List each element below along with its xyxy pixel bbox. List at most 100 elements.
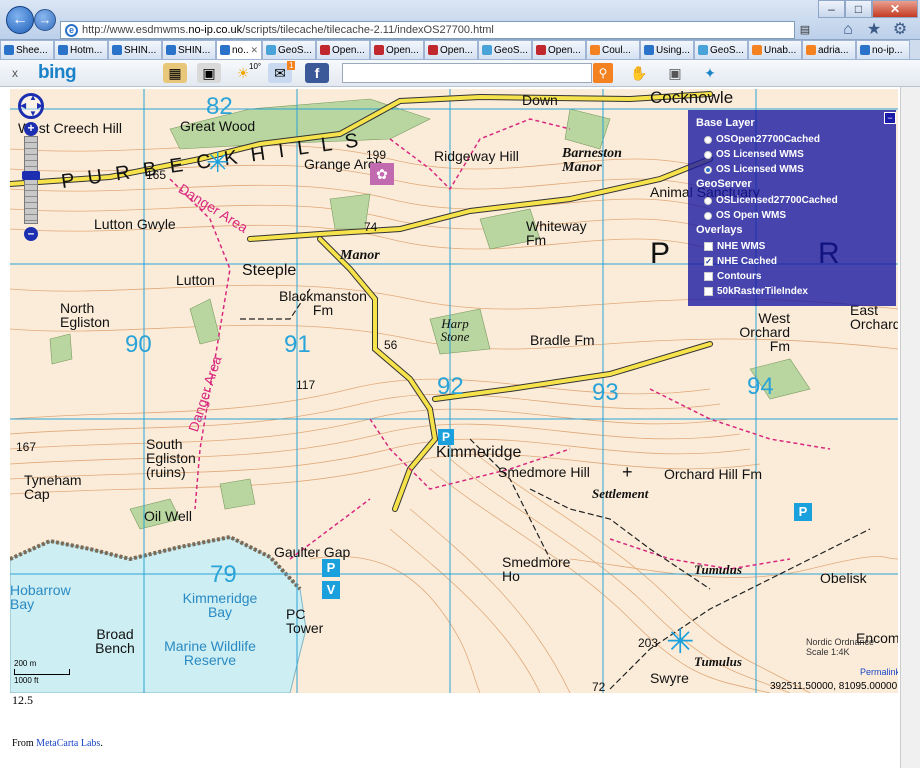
browser-tab[interactable]: Shee...	[0, 40, 54, 59]
shopping-icon[interactable]: ▣	[197, 63, 221, 83]
browser-tab[interactable]: Open...	[532, 40, 586, 59]
visitor-centre-icon[interactable]: V	[322, 581, 340, 599]
label-gaulter-gap: Gaulter Gap	[274, 544, 351, 560]
tab-favicon-icon	[220, 45, 230, 55]
favorites-star-icon[interactable]: ★	[864, 20, 884, 40]
like-icon[interactable]: ✋	[627, 63, 651, 83]
label-height-165: 165	[146, 168, 167, 182]
layer-switcher-minimize-button[interactable]: −	[884, 112, 896, 124]
pan-control[interactable]: ▲ ▼ ◀ ▶	[18, 93, 44, 119]
address-bar[interactable]: e http://www.esdmwms.no-ip.co.uk/scripts…	[60, 21, 795, 39]
layer-row[interactable]: OSOpen27700Cached	[696, 132, 888, 147]
layer-radio[interactable]	[704, 211, 712, 220]
forward-button[interactable]: →	[34, 9, 56, 31]
minimize-window-button[interactable]: –	[818, 0, 845, 18]
browser-tab[interactable]: GeoS...	[478, 40, 532, 59]
nature-reserve-icon[interactable]: ✿	[370, 163, 394, 185]
layer-checkbox[interactable]	[704, 242, 713, 251]
bing-close-button[interactable]: x	[12, 66, 18, 80]
scale-bottom-label: 1000 ft	[14, 676, 39, 685]
close-window-button[interactable]: ✕	[872, 0, 918, 18]
translate-icon[interactable]: ✦	[698, 63, 722, 83]
parking-icon-east[interactable]: P	[794, 503, 812, 521]
bing-search-button[interactable]: ⚲	[593, 63, 613, 83]
layer-checkbox[interactable]	[704, 272, 713, 281]
browser-tab[interactable]: SHIN...	[108, 40, 162, 59]
layer-radio[interactable]	[704, 135, 712, 144]
browser-tab[interactable]: no-ip...	[856, 40, 910, 59]
layer-row[interactable]: Contours	[696, 269, 888, 284]
layer-row[interactable]: NHE WMS	[696, 239, 888, 254]
page-scrollbar[interactable]	[900, 87, 920, 768]
label-height-203: 203	[638, 636, 659, 650]
browser-tab[interactable]: GeoS...	[262, 40, 316, 59]
tab-favicon-icon	[860, 45, 870, 55]
layer-row[interactable]: OS Licensed WMS	[696, 147, 888, 162]
browser-tab[interactable]: Coul...	[586, 40, 640, 59]
layer-radio[interactable]	[704, 196, 712, 205]
layer-checkbox[interactable]	[704, 287, 713, 296]
bing-logo[interactable]: bing	[38, 62, 77, 84]
news-icon[interactable]: ▦	[163, 63, 187, 83]
map-attribution: Nordic Ordnance Scale 1:4K	[806, 637, 875, 657]
label-harp-stone: Harp Stone	[440, 316, 470, 344]
maximize-window-button[interactable]: □	[845, 0, 872, 18]
scale-line: 200 m 1000 ft	[14, 659, 70, 685]
browser-tab[interactable]: SHIN...	[162, 40, 216, 59]
browser-tab[interactable]: Open...	[424, 40, 478, 59]
layer-row[interactable]: ✓ NHE Cached	[696, 254, 888, 269]
label-tumulus-east: Tumulus	[694, 562, 742, 577]
pan-east-icon[interactable]: ▶	[37, 101, 43, 110]
facebook-icon[interactable]: f	[305, 63, 329, 83]
browser-tab[interactable]: no...✕	[216, 40, 262, 59]
layer-label: NHE Cached	[717, 256, 778, 267]
label-smedmore-hill: Smedmore Hill	[498, 464, 590, 480]
bing-search-input[interactable]	[342, 63, 592, 83]
layer-checkbox[interactable]: ✓	[704, 257, 713, 266]
browser-tab[interactable]: Open...	[370, 40, 424, 59]
pan-north-icon[interactable]: ▲	[29, 93, 37, 102]
layer-row[interactable]: OSLicensed27700Cached	[696, 193, 888, 208]
label-great-wood: Great Wood	[180, 118, 256, 134]
page-footer: From MetaCarta Labs.	[12, 738, 103, 749]
layer-radio[interactable]	[704, 165, 712, 174]
label-west-orchard-fm: West Orchard Fm	[739, 310, 790, 354]
video-icon[interactable]: ▣	[663, 63, 687, 83]
browser-tab[interactable]: Hotm...	[54, 40, 108, 59]
label-south-egliston: South Egliston (ruins)	[146, 436, 196, 480]
tab-favicon-icon	[698, 45, 708, 55]
label-cocknowle: Cocknowle	[650, 89, 734, 107]
browser-tab[interactable]: Unab...	[748, 40, 802, 59]
permalink-link[interactable]: Permalink	[860, 667, 898, 677]
layer-row[interactable]: 50kRasterTileIndex	[696, 284, 888, 299]
compat-view-icon[interactable]: ▤	[797, 21, 813, 39]
pan-south-icon[interactable]: ▼	[29, 109, 37, 118]
home-icon[interactable]: ⌂	[838, 20, 858, 40]
zoom-in-button[interactable]: +	[24, 122, 38, 136]
layer-radio[interactable]	[704, 150, 712, 159]
parking-icon[interactable]: P	[438, 429, 454, 445]
browser-tab[interactable]: Using...	[640, 40, 694, 59]
layer-row[interactable]: OS Licensed WMS	[696, 162, 888, 177]
browser-tab[interactable]: adria...	[802, 40, 856, 59]
tab-favicon-icon	[482, 45, 492, 55]
tab-favicon-icon	[374, 45, 384, 55]
zoom-slider-track[interactable]	[22, 136, 40, 224]
layer-label: OS Open WMS	[716, 210, 786, 221]
browser-tab[interactable]: GeoS...	[694, 40, 748, 59]
back-button[interactable]: ←	[6, 6, 34, 34]
zoom-slider-handle[interactable]	[22, 171, 40, 180]
tab-favicon-icon	[58, 45, 68, 55]
zoom-out-button[interactable]: –	[24, 227, 38, 241]
layer-row[interactable]: OS Open WMS	[696, 208, 888, 223]
metacarta-link[interactable]: MetaCarta Labs	[36, 738, 100, 749]
tools-gear-icon[interactable]: ⚙	[890, 20, 910, 40]
pan-west-icon[interactable]: ◀	[20, 101, 26, 110]
tab-label: Using...	[656, 44, 690, 56]
tab-favicon-icon	[806, 45, 816, 55]
tab-favicon-icon	[266, 45, 276, 55]
parking-icon-bay[interactable]: P	[322, 559, 340, 577]
tab-label: SHIN...	[124, 44, 157, 56]
browser-tab[interactable]: Open...	[316, 40, 370, 59]
tab-close-icon[interactable]: ✕	[250, 45, 258, 56]
